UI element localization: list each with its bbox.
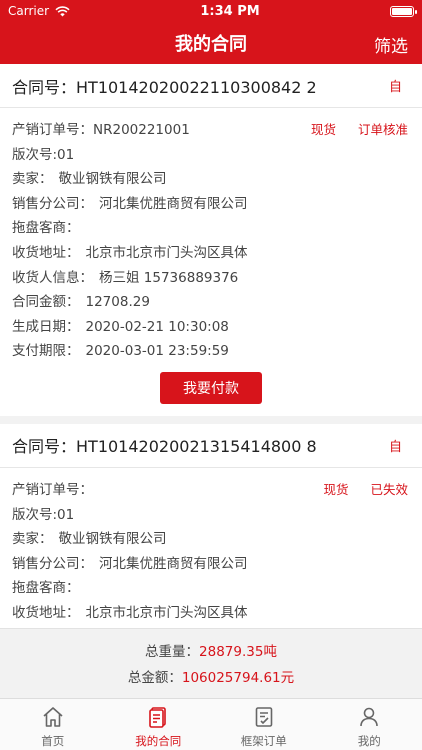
order-number: NR200221001 <box>93 122 190 138</box>
version-row: 版次号:01 <box>12 506 75 523</box>
contract-tag: 自 <box>388 80 402 95</box>
contract-icon <box>149 707 167 728</box>
home-icon <box>43 707 63 727</box>
order-icon <box>255 707 273 727</box>
seller-row: 卖家： 敬业钢铁有限公司 <box>12 171 167 188</box>
filter-button[interactable]: 筛选 <box>374 32 408 57</box>
status-bar: Carrier 1:34 PM <box>0 0 422 22</box>
tab-profile[interactable]: 我的 <box>317 699 422 750</box>
branch-row: 销售分公司： 河北集优胜商贸有限公司 <box>12 195 248 212</box>
total-amount: 总金额： 106025794.61元 <box>127 670 295 686</box>
tab-bar: 首页 我的合同 框架订单 我的 <box>0 698 422 750</box>
status-badge: 订单核准 <box>357 122 408 137</box>
header: Carrier 1:34 PM 我的合同 筛选 <box>0 0 422 64</box>
contract-header: 合同号：HT10142020022110300842 2 自 <box>0 64 422 108</box>
tow-row: 拖盘客商： <box>12 220 80 237</box>
spot-badge: 现货 <box>323 481 349 497</box>
nav-bar: 我的合同 筛选 <box>0 22 422 64</box>
receiver-row: 收货人信息： 杨三姐 15736889376 <box>12 269 239 286</box>
version-row: 版次号:01 <box>12 146 75 163</box>
created-row: 生成日期： 2020-02-21 10:30:08 <box>12 318 229 335</box>
deadline-row: 支付期限： 2020-03-01 23:59:59 <box>12 343 229 360</box>
tow-row: 拖盘客商： <box>12 580 80 597</box>
contract-number: 合同号：HT10142020021315414800 8 <box>12 437 317 457</box>
page-title: 我的合同 <box>175 34 247 55</box>
total-weight: 总重量： 28879.35吨 <box>145 644 277 660</box>
tab-contracts[interactable]: 我的合同 <box>106 699 212 750</box>
tab-home[interactable]: 首页 <box>0 699 106 750</box>
battery-icon <box>390 5 417 17</box>
summary-bar: 总重量： 28879.35吨 总金额： 106025794.61元 <box>0 628 422 698</box>
seller-row: 卖家： 敬业钢铁有限公司 <box>12 531 167 548</box>
order-row: 产销订单号： 现货 已失效 <box>12 478 410 503</box>
contract-number: 合同号：HT10142020022110300842 2 <box>12 77 317 97</box>
status-time: 1:34 PM <box>200 3 260 19</box>
address-row: 收货地址： 北京市北京市门头沟区具体 <box>12 604 248 621</box>
carrier-label: Carrier <box>8 4 50 18</box>
branch-row: 销售分公司： 河北集优胜商贸有限公司 <box>12 555 248 572</box>
contract-header: 合同号：HT10142020021315414800 8 自 <box>0 424 422 468</box>
contract-list[interactable]: 合同号：HT10142020022110300842 2 自 产销订单号：NR2… <box>0 64 422 628</box>
address-row: 收货地址： 北京市北京市门头沟区具体 <box>12 244 248 261</box>
contract-tag: 自 <box>388 439 402 455</box>
tab-frame-orders[interactable]: 框架订单 <box>211 699 317 750</box>
status-badge: 已失效 <box>370 481 408 497</box>
contract-card[interactable]: 合同号：HT10142020021315414800 8 自 产销订单号： 现货… <box>0 423 422 628</box>
spot-badge: 现货 <box>310 122 336 137</box>
user-icon <box>360 707 379 727</box>
contract-card[interactable]: 合同号：HT10142020022110300842 2 自 产销订单号：NR2… <box>0 64 422 416</box>
order-row: 产销订单号：NR200221001 现货 订单核准 <box>12 118 410 143</box>
pay-button[interactable]: 我要付款 <box>160 371 262 404</box>
amount-row: 合同金额： 12708.29 <box>12 294 150 311</box>
wifi-icon <box>55 5 70 16</box>
